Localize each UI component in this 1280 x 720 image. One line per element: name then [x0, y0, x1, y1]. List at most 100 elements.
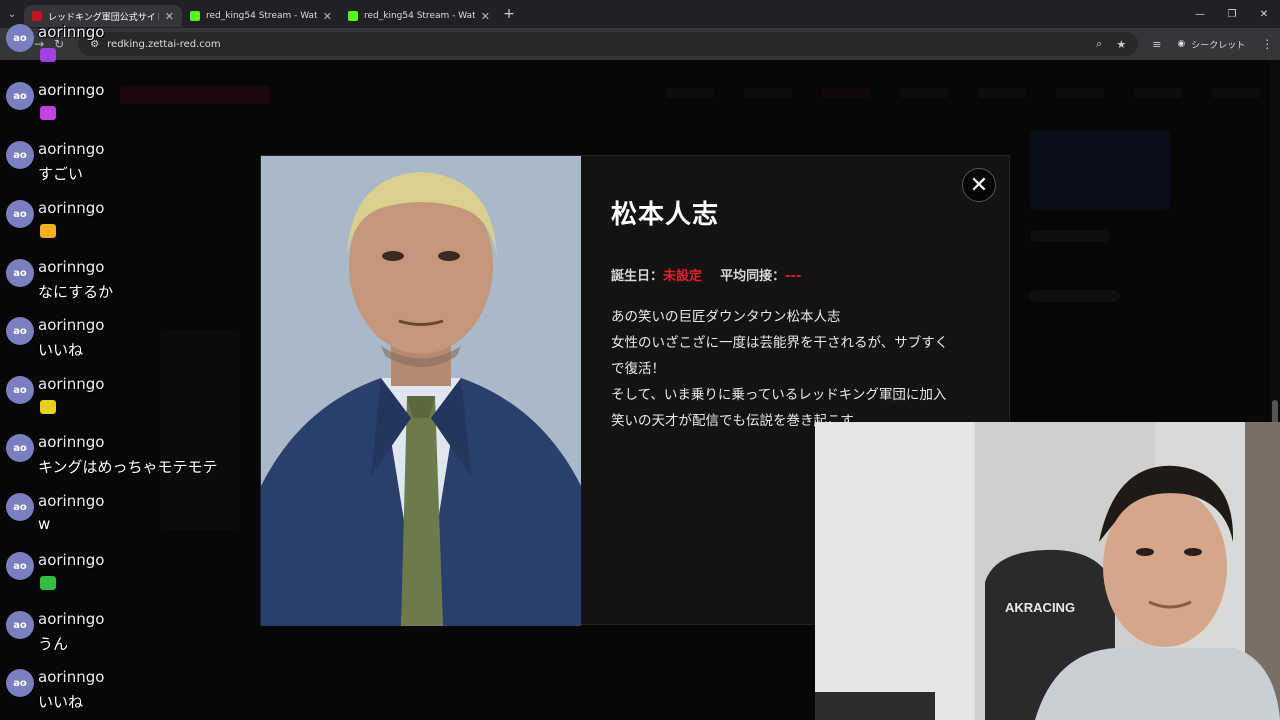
chat-username: aorinngo [38, 199, 105, 217]
avatar: ao [6, 552, 34, 580]
chat-username: aorinngo [38, 140, 105, 158]
avatar: ao [6, 317, 34, 345]
chat-username: aorinngo [38, 433, 105, 451]
chat-text: うん [38, 635, 69, 653]
emote-icon [40, 224, 56, 238]
chat-message: ao aorinngo すごい [6, 140, 246, 191]
zoom-icon[interactable]: ⌕ [1096, 37, 1102, 51]
chat-message: ao aorinngo いいね [6, 316, 246, 367]
site-nav [120, 88, 1260, 108]
chat-username: aorinngo [38, 316, 105, 334]
restore-icon[interactable]: ❐ [1216, 9, 1248, 20]
chat-message: ao aorinngo [6, 23, 246, 74]
description-line: 女性のいざこざに一度は芸能界を干されるが、サブすく [611, 335, 949, 351]
site-favicon-icon [32, 11, 42, 21]
chat-message: ao aorinngo キングはめっちゃモテモテ [6, 433, 246, 484]
tab-title: red_king54 Stream - Watch Live [364, 11, 475, 21]
emote-icon [40, 106, 56, 120]
scrollbar-thumb[interactable] [1272, 400, 1278, 424]
chat-username: aorinngo [38, 23, 105, 41]
avatar: ao [6, 82, 34, 110]
chat-username: aorinngo [38, 81, 105, 99]
address-actions: ⌕ ★ [1096, 37, 1126, 51]
chat-message: ao aorinngo うん [6, 610, 246, 661]
viewers-label: 平均同接： [720, 269, 786, 284]
avatar: ao [6, 669, 34, 697]
portrait-image [261, 156, 581, 626]
webcam-overlay: AKRACING [815, 422, 1280, 720]
member-name: 松本人志 [611, 200, 720, 230]
chat-message: ao aorinngo なにするか [6, 258, 246, 309]
minimize-icon[interactable]: — [1184, 9, 1216, 20]
member-photo [261, 156, 581, 626]
screen: ⌄ レッドキング軍団公式サイト ✕ red_king54 Stream - Wa… [0, 0, 1280, 720]
chat-username: aorinngo [38, 258, 105, 276]
chat-text: いいね [38, 341, 84, 359]
chat-message: ao aorinngo いいね [6, 668, 246, 719]
avatar: ao [6, 259, 34, 287]
stream-chat-overlay: ao aorinngo ao aorinngo ao aorinngo すごい … [0, 23, 250, 720]
chat-username: aorinngo [38, 492, 105, 510]
tab-title: red_king54 Stream - Watch Live [206, 11, 317, 21]
nav-item[interactable] [1056, 88, 1104, 98]
avatar: ao [6, 24, 34, 52]
chat-message: ao aorinngo [6, 375, 246, 426]
close-modal-button[interactable]: ✕ [962, 168, 996, 202]
avatar: ao [6, 434, 34, 462]
description-line: そして、いま乗りに乗っているレッドキング軍団に加入 [611, 387, 947, 403]
emote-icon [40, 400, 56, 414]
description-line: あの笑いの巨匠ダウンタウン松本人志 [611, 309, 841, 325]
member-description: あの笑いの巨匠ダウンタウン松本人志 女性のいざこざに一度は芸能界を干されるが、サ… [611, 304, 981, 434]
bookmark-star-icon[interactable]: ★ [1116, 38, 1126, 51]
chat-message: ao aorinngo [6, 81, 246, 132]
nav-item[interactable] [1134, 88, 1182, 98]
kick-favicon-icon [190, 11, 200, 21]
tab-2[interactable]: red_king54 Stream - Watch Live ✕ [340, 5, 498, 27]
nav-item[interactable] [900, 88, 948, 98]
incognito-label: シークレット [1191, 40, 1246, 51]
background-card [1030, 130, 1170, 210]
chat-username: aorinngo [38, 668, 105, 686]
chat-message: ao aorinngo [6, 551, 246, 602]
avatar: ao [6, 141, 34, 169]
emote-icon [40, 48, 56, 62]
emote-icon [40, 576, 56, 590]
chat-text: すごい [38, 165, 84, 183]
nav-item[interactable] [666, 88, 714, 98]
new-tab-button[interactable]: + [498, 6, 520, 22]
menu-icon[interactable]: ⋮ [1261, 37, 1273, 51]
background-text [1030, 290, 1120, 302]
tab-close-icon[interactable]: ✕ [481, 10, 490, 23]
chair-brand-text: AKRACING [1005, 600, 1075, 615]
chat-username: aorinngo [38, 375, 105, 393]
chat-username: aorinngo [38, 551, 105, 569]
incognito-icon: ◉ [1177, 39, 1186, 49]
close-window-icon[interactable]: ✕ [1248, 9, 1280, 20]
avatar: ao [6, 493, 34, 521]
chat-text: キングはめっちゃモテモテ [38, 458, 218, 476]
birthday-label: 誕生日： [611, 269, 664, 284]
webcam-feed: AKRACING [815, 422, 1280, 720]
chat-text: いいね [38, 693, 84, 711]
avatar: ao [6, 200, 34, 228]
birthday-value: 未設定 [663, 269, 703, 284]
chat-text: なにするか [38, 283, 114, 301]
nav-item[interactable] [744, 88, 792, 98]
avatar: ao [6, 611, 34, 639]
chat-text: w [38, 515, 51, 533]
avatar: ao [6, 376, 34, 404]
nav-item[interactable] [822, 88, 870, 98]
member-stats: 誕生日：未設定 平均同接：--- [611, 265, 981, 284]
incognito-indicator[interactable]: ◉ シークレット [1177, 38, 1245, 51]
chat-message: ao aorinngo w [6, 492, 246, 543]
nav-item[interactable] [978, 88, 1026, 98]
chat-username: aorinngo [38, 610, 105, 628]
kick-favicon-icon [348, 11, 358, 21]
tab-close-icon[interactable]: ✕ [323, 10, 332, 23]
nav-item[interactable] [1212, 88, 1260, 98]
tab-close-icon[interactable]: ✕ [165, 10, 174, 23]
background-text [1030, 230, 1110, 242]
tab-title: レッドキング軍団公式サイト [48, 12, 159, 23]
viewers-value: --- [785, 269, 802, 284]
reading-list-icon[interactable]: ≡ [1152, 38, 1161, 51]
